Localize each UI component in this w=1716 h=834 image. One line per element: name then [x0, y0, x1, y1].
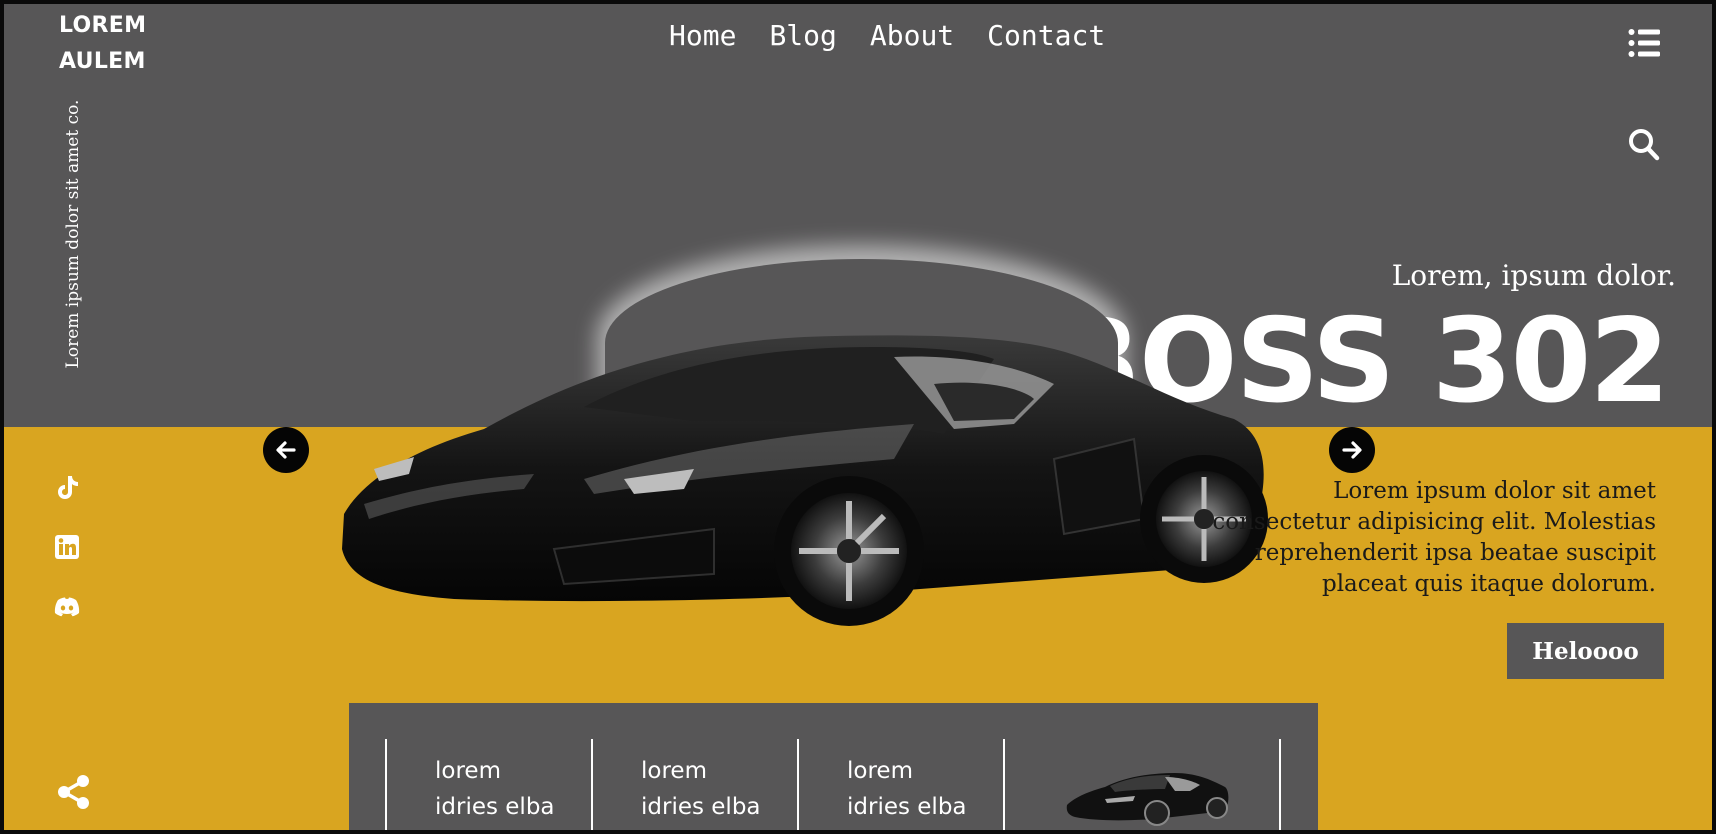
tiktok-icon[interactable]	[54, 474, 80, 500]
logo-line-1: LOREM	[59, 13, 147, 38]
next-slide-button[interactable]	[1329, 427, 1375, 473]
linkedin-icon[interactable]	[54, 534, 80, 560]
feature-panel: lorem idries elba lorem idries elba lore…	[349, 703, 1318, 830]
car-image	[342, 335, 1268, 626]
share-icon[interactable]	[56, 774, 92, 810]
main-nav: Home Blog About Contact	[669, 18, 1105, 54]
hero-description: Lorem ipsum dolor sit amet consectetur a…	[1212, 478, 1656, 597]
panel-item-subtitle: idries elba	[847, 794, 967, 820]
car-thumbnail	[1066, 773, 1229, 826]
panel-item-title: lorem	[641, 758, 707, 784]
logo[interactable]: LOREM AULEM	[59, 8, 199, 80]
nav-contact[interactable]: Contact	[987, 18, 1105, 54]
cta-button[interactable]: Heloooo	[1507, 623, 1664, 679]
hero-subtitle: Lorem, ipsum dolor.	[1391, 259, 1676, 292]
panel-item-text: lorem idries elba	[435, 753, 555, 825]
search-icon[interactable]	[1628, 128, 1660, 162]
panel-item[interactable]: lorem idries elba	[591, 739, 797, 830]
nav-about[interactable]: About	[870, 18, 954, 54]
panel-item-text: lorem idries elba	[641, 753, 761, 825]
arrow-right-icon	[1342, 441, 1362, 459]
nav-blog[interactable]: Blog	[769, 18, 836, 54]
list-icon[interactable]	[1628, 28, 1660, 58]
panel-item-subtitle: idries elba	[435, 794, 555, 820]
nav-home[interactable]: Home	[669, 18, 736, 54]
page-frame: LOREM AULEM Home Blog About Contact Lore…	[0, 0, 1716, 834]
logo-line-2: AULEM	[59, 49, 146, 74]
panel-item-text: lorem idries elba	[847, 753, 967, 825]
prev-slide-button[interactable]	[263, 427, 309, 473]
discord-icon[interactable]	[54, 594, 80, 620]
panel-item-thumbnail[interactable]	[1003, 739, 1281, 830]
vertical-tagline: Lorem ipsum dolor sit amet co.	[63, 99, 83, 369]
arrow-left-icon	[276, 441, 296, 459]
panel-item-title: lorem	[847, 758, 913, 784]
panel-item-subtitle: idries elba	[641, 794, 761, 820]
panel-item-title: lorem	[435, 758, 501, 784]
panel-item[interactable]: lorem idries elba	[797, 739, 1003, 830]
panel-item[interactable]: lorem idries elba	[385, 739, 591, 830]
